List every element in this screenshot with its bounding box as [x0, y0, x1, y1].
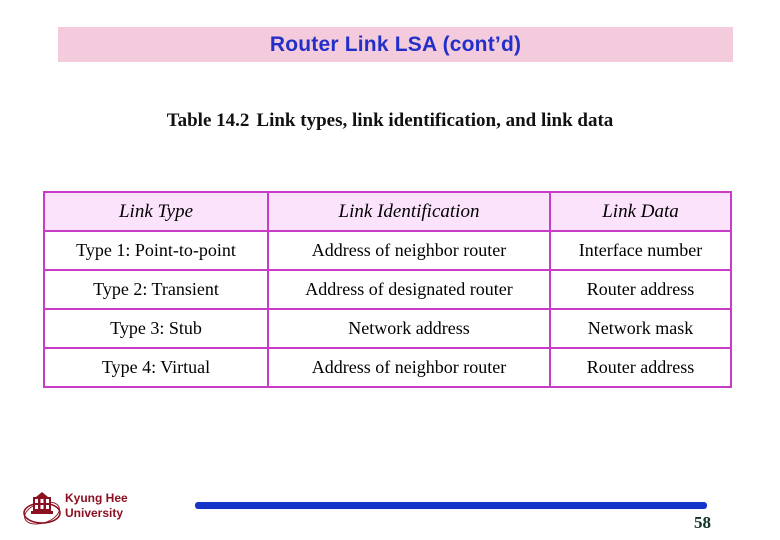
- cell-link-type: Type 4: Virtual: [43, 347, 269, 388]
- slide-title-band: Router Link LSA (cont’d): [58, 27, 733, 62]
- column-header-link-identification: Link Identification: [267, 191, 551, 232]
- cell-link-data: Network mask: [549, 308, 732, 349]
- link-types-table: Link Type Link Identification Link Data …: [43, 191, 732, 388]
- table-row: Type 1: Point-to-point Address of neighb…: [43, 230, 732, 271]
- cell-link-type: Type 2: Transient: [43, 269, 269, 310]
- footer-divider-rule: [195, 502, 707, 509]
- page-title: Router Link LSA (cont’d): [269, 32, 522, 56]
- page-number: 58: [694, 513, 711, 532]
- column-header-link-type: Link Type: [43, 191, 269, 232]
- table-row: Type 4: Virtual Address of neighbor rout…: [43, 347, 732, 388]
- organization-name-line2: University: [65, 506, 124, 520]
- table-caption-text: Link types, link identification, and lin…: [256, 110, 614, 131]
- cell-link-identification: Address of neighbor router: [267, 230, 551, 271]
- cell-link-identification: Address of neighbor router: [267, 347, 551, 388]
- cell-link-data: Router address: [549, 269, 732, 310]
- table-caption-number: Table 14.2: [166, 110, 250, 131]
- table-header-row: Link Type Link Identification Link Data: [43, 191, 732, 232]
- university-crest-icon: [22, 489, 62, 529]
- table-row: Type 3: Stub Network address Network mas…: [43, 308, 732, 349]
- table-row: Type 2: Transient Address of designated …: [43, 269, 732, 310]
- column-header-link-data: Link Data: [549, 191, 732, 232]
- cell-link-data: Interface number: [549, 230, 732, 271]
- cell-link-data: Router address: [549, 347, 732, 388]
- organization-name: Kyung Hee University: [65, 491, 128, 521]
- cell-link-identification: Network address: [267, 308, 551, 349]
- organization-name-line1: Kyung Hee: [65, 491, 128, 505]
- table-caption: Table 14.2 Link types, link identificatio…: [0, 110, 780, 132]
- cell-link-identification: Address of designated router: [267, 269, 551, 310]
- cell-link-type: Type 1: Point-to-point: [43, 230, 269, 271]
- cell-link-type: Type 3: Stub: [43, 308, 269, 349]
